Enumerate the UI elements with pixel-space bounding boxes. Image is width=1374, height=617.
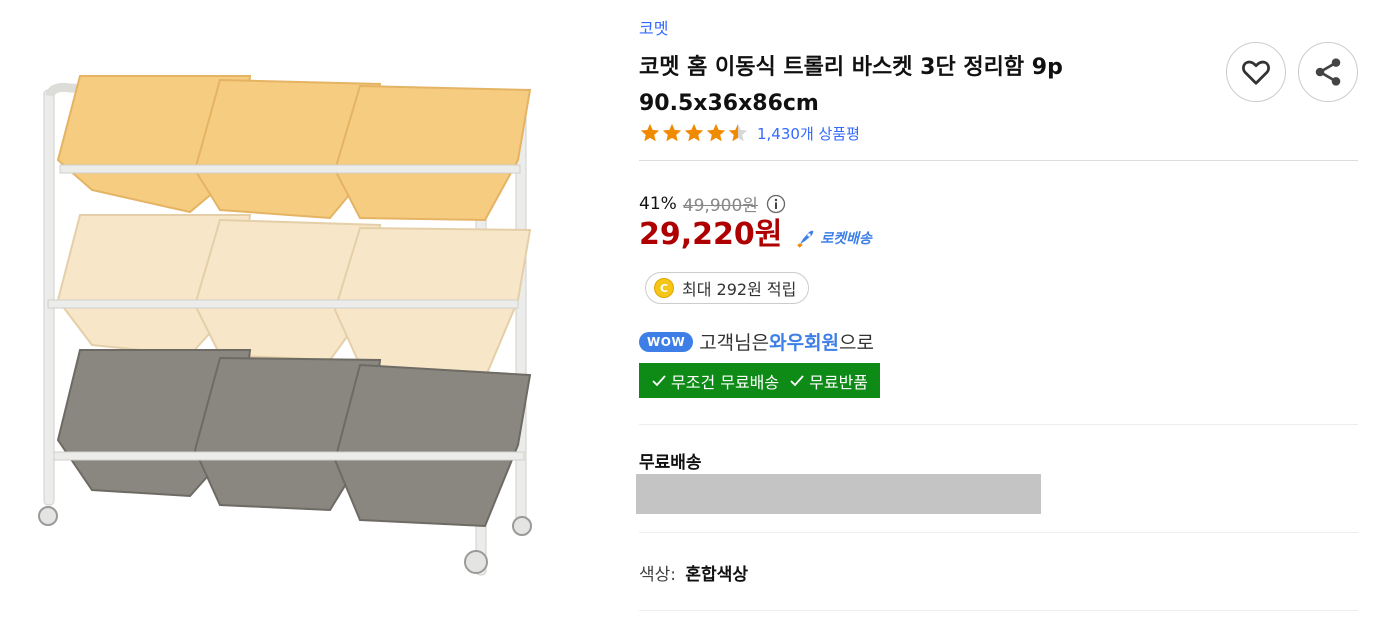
- check-icon: [652, 374, 666, 386]
- product-image[interactable]: [30, 60, 540, 590]
- benefit-free-shipping: 무조건 무료배송: [671, 372, 780, 392]
- share-button[interactable]: [1298, 42, 1358, 102]
- rocket-icon: [797, 230, 814, 248]
- product-info-panel: 코멧 코멧 홈 이동식 트롤리 바스켓 3단 정리함 9p 90.5x36x86…: [636, 0, 1359, 617]
- rocket-delivery-label: 로켓배송: [820, 231, 872, 247]
- shipping-title: 무료배송: [639, 453, 702, 473]
- divider: [639, 424, 1358, 425]
- trolley-illustration: [38, 75, 532, 576]
- wishlist-button[interactable]: [1226, 42, 1286, 102]
- rating-row: 1,430개 상품평: [639, 122, 860, 144]
- sale-price: 29,220원: [639, 217, 783, 252]
- wow-badge: WOW: [639, 331, 694, 352]
- star-icon: [640, 123, 660, 142]
- coin-icon: C: [654, 278, 674, 298]
- wow-member-label: 와우회원: [769, 332, 840, 354]
- star-icon: [706, 123, 726, 142]
- color-option-value: 혼합색상: [685, 565, 748, 585]
- original-price-row: 41% 49,900원: [639, 191, 786, 216]
- divider: [639, 160, 1358, 161]
- wow-text-before: 고객님은: [699, 332, 770, 354]
- star-icon: [684, 123, 704, 142]
- divider: [639, 532, 1358, 533]
- share-icon: [1315, 58, 1341, 86]
- review-count-link[interactable]: 1,430개 상품평: [757, 123, 860, 144]
- star-icon: [662, 123, 682, 142]
- wow-membership-row: WOW 고객님은 와우회원 으로: [639, 328, 874, 355]
- wow-text-after: 으로: [839, 332, 874, 354]
- info-icon[interactable]: [766, 194, 786, 214]
- rocket-delivery-badge: 로켓배송: [796, 228, 872, 248]
- discount-rate: 41%: [639, 193, 677, 214]
- points-label: 최대 292원 적립: [682, 280, 797, 299]
- check-icon: [790, 374, 804, 386]
- original-price: 49,900원: [682, 196, 758, 216]
- divider: [639, 610, 1358, 611]
- wow-benefits-box: 무조건 무료배송 무료반품: [639, 363, 881, 398]
- product-title: 코멧 홈 이동식 트롤리 바스켓 3단 정리함 9p 90.5x36x86cm: [639, 55, 1063, 116]
- star-rating[interactable]: [639, 122, 749, 144]
- color-option-label: 색상:: [639, 565, 677, 585]
- sale-price-row: 29,220원 로켓배송: [639, 216, 872, 254]
- color-option-row: 색상: 혼합색상: [639, 560, 748, 585]
- half-star-icon: [728, 123, 748, 142]
- heart-icon: [1242, 60, 1270, 85]
- shipping-info-placeholder: [636, 474, 1041, 514]
- brand-link[interactable]: 코멧: [639, 15, 668, 39]
- points-badge[interactable]: C 최대 292원 적립: [645, 272, 810, 304]
- benefit-free-return: 무료반품: [809, 372, 869, 392]
